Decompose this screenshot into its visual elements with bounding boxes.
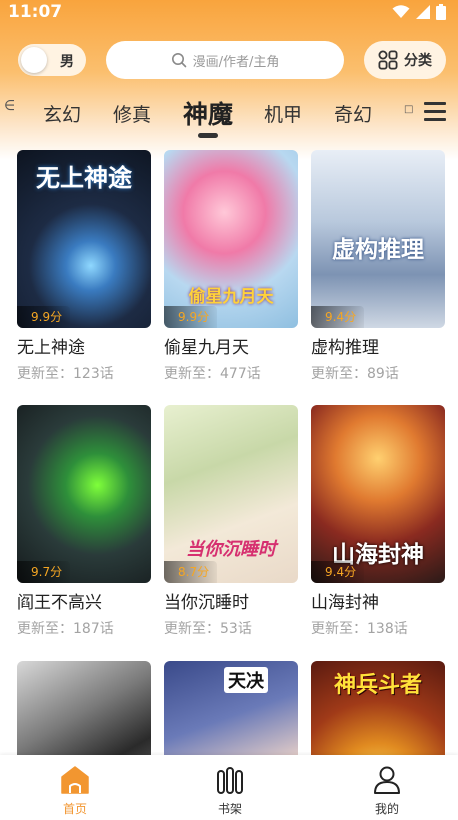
comic-cover[interactable] (17, 661, 151, 755)
search-icon (171, 53, 186, 68)
comic-card[interactable]: 无上神途 9.9分 无上神途 更新至：123话 (17, 150, 151, 384)
rating-badge: 9.4分 (311, 561, 365, 583)
rating-badge: 9.9分 (164, 306, 218, 328)
rating-badge: 9.7分 (17, 561, 71, 583)
comic-title[interactable]: 无上神途 (17, 336, 151, 360)
rating-badge: 8.7分 (164, 561, 218, 583)
comic-cover[interactable]: 天决 (164, 661, 298, 755)
search-placeholder: 漫画/作者/主角 (192, 54, 280, 70)
status-bar: 11:07 (0, 0, 458, 24)
comic-cover[interactable]: 9.7分 (17, 405, 151, 583)
tab-qihuan[interactable]: 奇幻 (334, 100, 372, 127)
tab-partial-right[interactable]: □ (404, 104, 414, 115)
comic-card[interactable]: 神兵斗者 (311, 661, 445, 755)
tab-partial-left[interactable]: ∈ (4, 98, 14, 114)
comic-cover[interactable]: 当你沉睡时 8.7分 (164, 405, 298, 583)
comic-title[interactable]: 偷星九月天 (164, 336, 298, 360)
category-label: 分类 (404, 53, 432, 69)
comic-cover[interactable]: 神兵斗者 (311, 661, 445, 755)
comic-update: 更新至：123话 (17, 366, 114, 382)
comic-cover[interactable]: 偷星九月天 9.9分 (164, 150, 298, 328)
top-bar: 男 漫画/作者/主角 分类 (0, 40, 458, 80)
home-icon (61, 766, 89, 794)
genre-tabs: ∈ 玄幻 修真 神魔 机甲 奇幻 □ (0, 90, 458, 138)
menu-icon (424, 102, 446, 105)
cover-title-art: 偷星九月天 (188, 287, 274, 307)
nav-home[interactable]: 首页 (45, 765, 105, 817)
cover-title-art: 虚构推理 (332, 236, 424, 263)
comic-update: 更新至：187话 (17, 621, 114, 637)
comic-update: 更新至：477话 (164, 366, 261, 382)
tab-shenmo[interactable]: 神魔 (183, 95, 233, 131)
battery-icon (436, 4, 446, 20)
gender-label: 男 (60, 54, 74, 70)
bottom-nav: 首页 书架 我的 (0, 755, 458, 820)
comic-grid: 无上神途 9.9分 无上神途 更新至：123话 偷星九月天 9.9分 偷星九月天… (0, 150, 458, 755)
cover-title-art: 神兵斗者 (333, 672, 422, 698)
comic-update: 更新至：53话 (164, 621, 252, 637)
nav-profile-label: 我的 (374, 802, 399, 816)
comic-card[interactable]: 当你沉睡时 8.7分 当你沉睡时 更新至：53话 (164, 405, 298, 639)
comic-card[interactable] (17, 661, 151, 755)
tab-jijia[interactable]: 机甲 (264, 100, 302, 127)
cover-title-art: 无上神途 (36, 163, 132, 192)
tab-xiuzhen[interactable]: 修真 (113, 100, 151, 127)
search-input[interactable]: 漫画/作者/主角 (106, 41, 344, 79)
nav-profile[interactable]: 我的 (357, 765, 417, 817)
comic-cover[interactable]: 无上神途 9.9分 (17, 150, 151, 328)
gender-toggle[interactable]: 男 (18, 44, 86, 76)
rating-badge: 9.4分 (311, 306, 365, 328)
signal-icon (416, 5, 430, 19)
cover-title-art: 当你沉睡时 (186, 539, 276, 560)
bookshelf-icon (217, 767, 243, 794)
active-tab-indicator (198, 133, 218, 138)
cover-image (17, 661, 151, 755)
nav-shelf-label: 书架 (217, 802, 242, 816)
comic-card[interactable]: 山海封神 9.4分 山海封神 更新至：138话 (311, 405, 445, 639)
comic-title[interactable]: 山海封神 (311, 591, 445, 615)
comic-card[interactable]: 偷星九月天 9.9分 偷星九月天 更新至：477话 (164, 150, 298, 384)
comic-cover[interactable]: 虚构推理 9.4分 (311, 150, 445, 328)
profile-icon (374, 766, 400, 794)
nav-shelf[interactable]: 书架 (200, 765, 260, 817)
comic-card[interactable]: 虚构推理 9.4分 虚构推理 更新至：89话 (311, 150, 445, 384)
status-icons (392, 4, 446, 20)
menu-button[interactable] (424, 102, 446, 122)
comic-update: 更新至：89话 (311, 366, 399, 382)
comic-title[interactable]: 虚构推理 (311, 336, 445, 360)
tab-xuanhuan[interactable]: 玄幻 (43, 100, 81, 127)
comic-update: 更新至：138话 (311, 621, 408, 637)
comic-title[interactable]: 当你沉睡时 (164, 591, 298, 615)
comic-card[interactable]: 9.7分 阎王不高兴 更新至：187话 (17, 405, 151, 639)
comic-cover[interactable]: 山海封神 9.4分 (311, 405, 445, 583)
category-button[interactable]: 分类 (364, 41, 446, 79)
cover-image (17, 405, 151, 583)
toggle-knob (21, 47, 47, 73)
status-time: 11:07 (8, 2, 63, 22)
wifi-icon (392, 5, 410, 18)
comic-card[interactable]: 天决 (164, 661, 298, 755)
nav-home-label: 首页 (62, 802, 87, 816)
cover-title-art: 天决 (224, 667, 268, 693)
comic-title[interactable]: 阎王不高兴 (17, 591, 151, 615)
category-grid-icon (378, 50, 398, 70)
rating-badge: 9.9分 (17, 306, 71, 328)
